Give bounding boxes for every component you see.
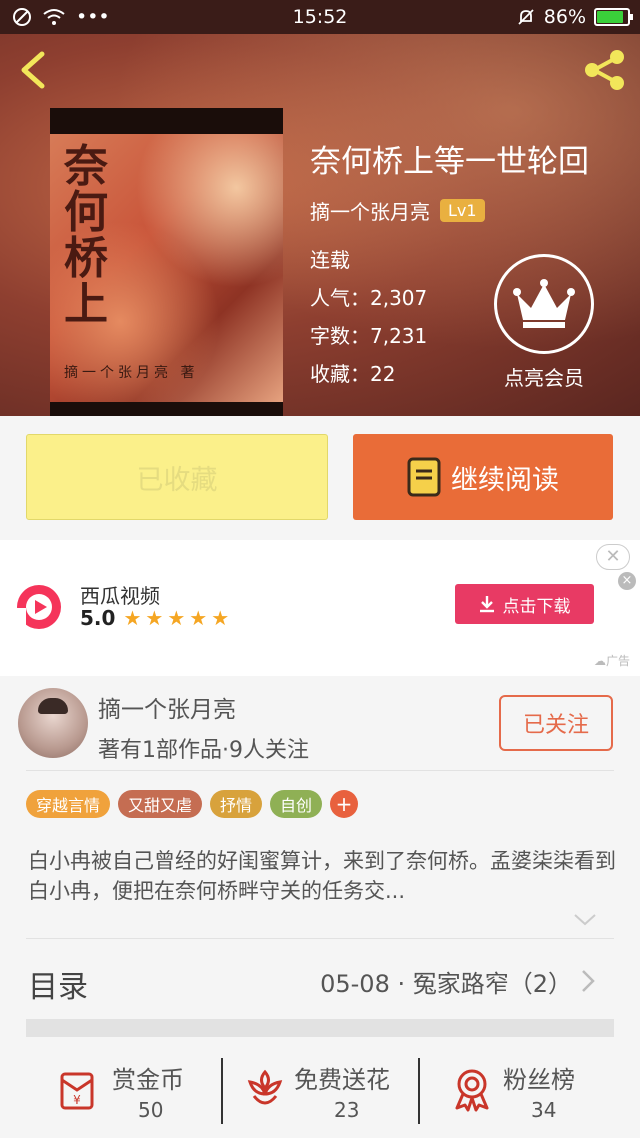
bell-muted-icon [518,9,534,25]
ad-app-name: 西瓜视频 [80,584,160,608]
star-icon: ★ [189,606,208,630]
reward-coins-value: 50 [138,1098,164,1122]
section-separator [26,1019,614,1037]
cover-author: 摘一个张月亮 著 [64,365,199,381]
battery-percent: 86% [543,6,586,28]
divider [26,938,614,939]
level-badge: Lv1 [440,199,485,222]
chevron-down-icon[interactable] [572,912,598,928]
add-tag-button[interactable]: + [330,790,359,818]
book-icon [407,457,441,497]
book-cover: 奈何桥上 摘一个张月亮 著 [50,108,283,416]
reward-coins-label: 赏金币 [112,1066,184,1094]
vip-circle [494,254,594,354]
divider [26,770,614,771]
download-icon [479,596,494,613]
author-section-meta: 著有1部作品·9人关注 [98,738,309,763]
author-section-name: 摘一个张月亮 [98,697,236,723]
divider [221,1058,223,1124]
follow-button[interactable]: 已关注 [499,695,613,751]
battery-icon [594,8,633,26]
vip-button[interactable]: 点亮会员 [494,254,594,391]
catalog-row[interactable]: 目录 05-08 · 冤家路窄（2） [0,940,640,1018]
star-icon: ★ [211,606,230,630]
ad-dismiss-icon[interactable]: × [618,572,636,590]
continue-reading-button[interactable]: 继续阅读 [353,434,613,520]
fan-ranking-value: 34 [531,1098,557,1122]
divider [418,1058,420,1124]
catalog-title: 目录 [28,970,88,1005]
collected-button[interactable]: 已收藏 [26,434,328,520]
ad-close-button[interactable]: ✕ [596,544,630,570]
reward-coins-button[interactable]: ¥ 赏金币 50 [0,1050,220,1138]
cover-title-calligraphy: 奈何桥上 [64,141,108,330]
author-row: 摘一个张月亮 Lv1 [310,196,485,225]
stats-bar: ¥ 赏金币 50 免费送花 23 粉丝榜 34 [0,1050,640,1138]
book-status: 连载 [310,248,350,272]
latest-chapter: 05-08 · 冤家路窄（2） [320,970,572,998]
chevron-right-icon [582,970,595,992]
book-word-count: 字数：7,231 [310,324,428,348]
free-flowers-label: 免费送花 [294,1066,390,1094]
medal-icon [455,1069,489,1112]
star-icon: ★ [167,606,186,630]
red-envelope-icon: ¥ [60,1072,94,1110]
ad-tag: ☁广告 [593,654,630,668]
star-icon: ★ [145,606,164,630]
book-favorites: 收藏：22 [310,362,396,386]
xigua-video-logo-icon [14,585,61,629]
book-title: 奈何桥上等一世轮回 [310,144,589,180]
tag-item[interactable]: 自创 [270,790,323,818]
star-icon: ★ [123,606,142,630]
flower-icon [247,1069,283,1105]
vip-label: 点亮会员 [504,366,584,390]
ad-banner[interactable]: ✕ × 西瓜视频 5.0 ★ ★ ★ ★ ★ 点击下载 ☁广告 [0,540,640,676]
free-flowers-button[interactable]: 免费送花 23 [224,1050,418,1138]
back-arrow-icon[interactable] [14,48,54,92]
book-header: 奈何桥上 摘一个张月亮 著 奈何桥上等一世轮回 摘一个张月亮 Lv1 连载 人气… [0,34,640,416]
tag-list: 穿越言情 又甜又虐 抒情 自创 + [26,790,359,818]
ad-download-label: 点击下载 [502,596,571,617]
crown-icon [513,279,575,328]
book-description[interactable]: 白小冉被自己曾经的好闺蜜算计，来到了奈何桥。孟婆柒柒看到白小冉，便把在奈何桥畔守… [28,846,616,906]
avatar[interactable] [18,688,88,758]
tag-item[interactable]: 抒情 [210,790,263,818]
ad-score: 5.0 [80,606,116,630]
share-icon[interactable] [580,46,628,94]
free-flowers-value: 23 [334,1098,360,1122]
status-right: 86% [516,6,633,28]
svg-text:¥: ¥ [73,1093,81,1107]
fan-ranking-label: 粉丝榜 [503,1066,575,1094]
tag-item[interactable]: 穿越言情 [26,790,111,818]
ad-download-button[interactable]: 点击下载 [455,584,594,624]
author-section[interactable]: 摘一个张月亮 著有1部作品·9人关注 已关注 [0,676,640,772]
book-author[interactable]: 摘一个张月亮 [310,196,430,225]
continue-reading-label: 继续阅读 [451,464,559,496]
status-bar: ••• 15:52 86% [0,0,640,34]
ad-rating: 5.0 ★ ★ ★ ★ ★ [80,606,229,630]
book-popularity: 人气：2,307 [310,286,428,310]
tag-item[interactable]: 又甜又虐 [118,790,203,818]
fan-ranking-button[interactable]: 粉丝榜 34 [421,1050,640,1138]
